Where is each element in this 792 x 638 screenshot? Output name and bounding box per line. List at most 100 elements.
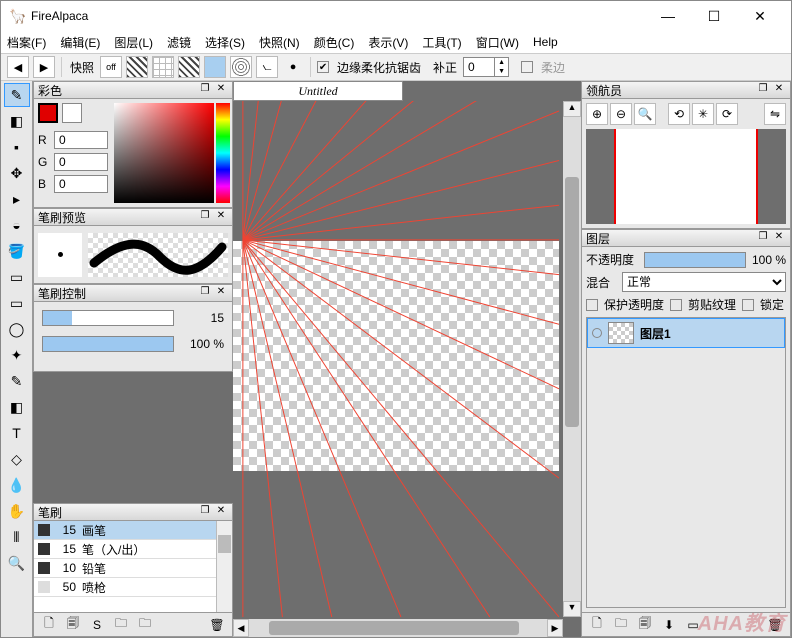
dock-icon[interactable]: ❐ [198, 210, 212, 224]
tool-select-rect[interactable]: ▭ [4, 291, 30, 315]
brush-control-header[interactable]: 笔刷控制 ❐ ✕ [33, 284, 233, 302]
maximize-button[interactable]: ☐ [691, 1, 737, 31]
brush-dup-button[interactable]: 🗐 [64, 616, 82, 634]
brush-script-button[interactable]: S [88, 616, 106, 634]
snap-parallel-button[interactable] [126, 56, 148, 78]
nav-flip-button[interactable]: ⇋ [764, 103, 786, 125]
brush-item[interactable]: 15笔（入/出） [34, 540, 232, 559]
tool-bucket[interactable]: 🪣 [4, 239, 30, 263]
menu-view[interactable]: 表示(V) [368, 34, 408, 51]
snap-curve-button[interactable]: ⦦ [256, 56, 278, 78]
dock-icon[interactable]: ❐ [198, 286, 212, 300]
tool-eyedropper[interactable]: 💧 [4, 473, 30, 497]
brush-folder-button[interactable]: 🗀 [112, 616, 130, 634]
layer-blend-select[interactable]: 正常 [622, 272, 786, 292]
dock-icon[interactable]: ❐ [198, 505, 212, 519]
brush-preview-header[interactable]: 笔刷预览 ❐ ✕ [33, 208, 233, 226]
menu-color[interactable]: 颜色(C) [314, 34, 355, 51]
close-button[interactable]: ✕ [737, 1, 783, 31]
menu-file[interactable]: 档案(F) [7, 34, 46, 51]
snap-off-button[interactable]: off [100, 56, 122, 78]
menu-window[interactable]: 窗口(W) [476, 34, 519, 51]
tool-text[interactable]: T [4, 421, 30, 445]
layer-visibility-toggle[interactable] [592, 328, 602, 338]
brush-scrollbar[interactable] [216, 521, 232, 612]
tool-brush[interactable]: ✎ [4, 83, 30, 107]
foreground-swatch[interactable] [38, 103, 58, 123]
navigator-header[interactable]: 领航员 ❐ ✕ [581, 81, 791, 99]
brush-opacity-slider[interactable] [42, 336, 174, 352]
g-input[interactable] [54, 153, 108, 171]
tool-fill[interactable]: ◒ [4, 213, 30, 237]
aa-checkbox[interactable]: ✔ [317, 61, 329, 73]
snap-grid-button[interactable] [152, 56, 174, 78]
snap-radial-button[interactable] [204, 56, 226, 78]
nav-zoomout-button[interactable]: ⊖ [610, 103, 632, 125]
canvas-hscrollbar[interactable]: ◀▶ [233, 619, 563, 637]
menu-select[interactable]: 选择(S) [205, 34, 245, 51]
tool-hand[interactable]: ✋ [4, 499, 30, 523]
layer-new-button[interactable]: 🗋 [588, 616, 606, 634]
brush-item[interactable]: 10铅笔 [34, 559, 232, 578]
brush-new-button[interactable]: 🗋 [40, 616, 58, 634]
canvas-vscrollbar[interactable]: ▲▼ [563, 101, 581, 617]
tool-split[interactable]: ⫴ [4, 525, 30, 549]
minimize-button[interactable]: — [645, 1, 691, 31]
tool-shape[interactable]: ◇ [4, 447, 30, 471]
tool-move[interactable]: ✥ [4, 161, 30, 185]
close-icon[interactable]: ✕ [214, 210, 228, 224]
dock-icon[interactable]: ❐ [756, 83, 770, 97]
brush-panel-header[interactable]: 笔刷 ❐ ✕ [33, 503, 233, 521]
brush-folder2-button[interactable]: 🗀 [136, 616, 154, 634]
lock-checkbox[interactable] [742, 299, 754, 311]
correct-spinner[interactable]: 0 ▲▼ [463, 57, 509, 77]
tool-zoom[interactable]: 🔍 [4, 551, 30, 575]
document-tab[interactable]: Untitled [233, 81, 403, 101]
tool-select-pen[interactable]: ✎ [4, 369, 30, 393]
layer-dup-button[interactable]: 🗐 [636, 616, 654, 634]
tool-gradient[interactable]: ▭ [4, 265, 30, 289]
menu-edit[interactable]: 编辑(E) [60, 34, 100, 51]
layer-delete-button[interactable]: 🗑 [766, 616, 784, 634]
close-icon[interactable]: ✕ [214, 83, 228, 97]
tool-eraser[interactable]: ◧ [4, 109, 30, 133]
nav-rotate-ccw-button[interactable]: ⟲ [668, 103, 690, 125]
tool-select-eraser[interactable]: ◧ [4, 395, 30, 419]
nav-rotate-cw-button[interactable]: ⟳ [716, 103, 738, 125]
close-icon[interactable]: ✕ [214, 505, 228, 519]
nav-zoomin-button[interactable]: ⊕ [586, 103, 608, 125]
layer-folder-button[interactable]: 🗀 [612, 616, 630, 634]
sv-picker[interactable] [114, 103, 214, 203]
close-icon[interactable]: ✕ [214, 286, 228, 300]
tool-wand[interactable]: ✦ [4, 343, 30, 367]
brush-delete-button[interactable]: 🗑 [208, 616, 226, 634]
nav-next-button[interactable]: ▶ [33, 56, 55, 78]
menu-snap[interactable]: 快照(N) [259, 34, 300, 51]
nav-prev-button[interactable]: ◀ [7, 56, 29, 78]
menu-help[interactable]: Help [533, 35, 558, 49]
tool-lasso[interactable]: ◯ [4, 317, 30, 341]
hue-slider[interactable] [216, 103, 230, 203]
menu-tool[interactable]: 工具(T) [422, 34, 461, 51]
snap-vanish-button[interactable] [178, 56, 200, 78]
layer-panel-header[interactable]: 图层 ❐ ✕ [581, 229, 791, 247]
navigator-thumbnail[interactable] [586, 129, 786, 224]
b-input[interactable] [54, 175, 108, 193]
protect-alpha-checkbox[interactable] [586, 299, 598, 311]
dock-icon[interactable]: ❐ [198, 83, 212, 97]
tool-dot[interactable]: ▪ [4, 135, 30, 159]
layer-row[interactable]: 图层1 [587, 318, 785, 348]
dot-icon[interactable]: ● [282, 56, 304, 78]
brush-item[interactable]: 50喷枪 [34, 578, 232, 597]
close-icon[interactable]: ✕ [772, 231, 786, 245]
color-panel-header[interactable]: 彩色 ❐ ✕ [33, 81, 233, 99]
dock-icon[interactable]: ❐ [756, 231, 770, 245]
r-input[interactable] [54, 131, 108, 149]
nav-reset-button[interactable]: ✳ [692, 103, 714, 125]
background-swatch[interactable] [62, 103, 82, 123]
soft-checkbox[interactable] [521, 61, 533, 73]
brush-size-slider[interactable] [42, 310, 174, 326]
close-icon[interactable]: ✕ [772, 83, 786, 97]
nav-fit-button[interactable]: 🔍 [634, 103, 656, 125]
layer-merge-button[interactable]: ⬇ [660, 616, 678, 634]
